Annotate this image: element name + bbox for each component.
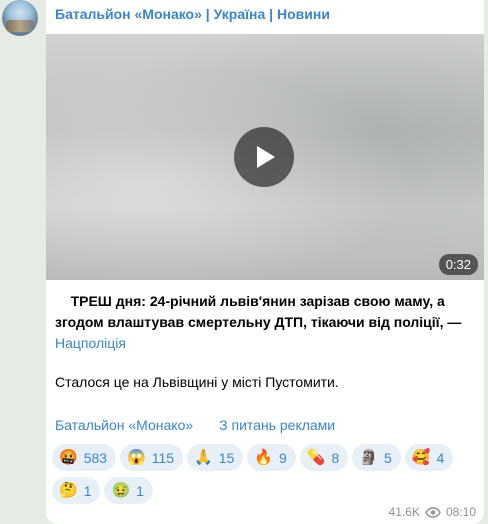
reaction-count: 5	[383, 449, 392, 466]
reaction-count: 583	[83, 449, 108, 466]
post-headline-bold: ТРЕШ дня	[70, 293, 142, 309]
reaction-chip[interactable]: 🤔 1	[52, 477, 101, 504]
reaction-emoji: 🙏	[194, 449, 213, 466]
eye-icon	[425, 506, 441, 518]
reaction-chip[interactable]: 🤬 583	[52, 444, 117, 471]
reactions-bar: 🤬 583 😱 115 🙏 15 🔥 9 💊 8 🗿 5 🥰 4 🤔 1 🤢 1	[52, 444, 472, 504]
channel-title[interactable]: Батальйон «Монако» | Україна | Новини	[55, 6, 330, 22]
view-count: 41.6K	[388, 505, 420, 519]
reaction-chip[interactable]: 💊 8	[299, 444, 349, 471]
channel-link[interactable]: Батальйон «Монако»	[55, 417, 193, 433]
reaction-chip[interactable]: 😱 115	[120, 444, 184, 471]
message-time: 08:10	[445, 505, 476, 519]
play-icon	[257, 146, 275, 168]
reaction-emoji: 😱	[127, 449, 146, 466]
video-preview[interactable]: 0:32	[46, 34, 484, 280]
reaction-count: 115	[151, 449, 175, 466]
reaction-chip[interactable]: 🔥 9	[247, 444, 296, 471]
reaction-chip[interactable]: 🥰 4	[404, 444, 454, 471]
source-link[interactable]: Нацполіція	[55, 335, 126, 351]
channel-avatar[interactable]	[2, 0, 38, 36]
ads-link[interactable]: З питань реклами	[219, 417, 335, 433]
message-bubble: Батальйон «Монако» | Україна | Новини 0:…	[46, 0, 484, 524]
reaction-emoji: 🤔	[59, 482, 78, 499]
reaction-chip[interactable]: 🙏 15	[187, 444, 244, 471]
video-duration: 0:32	[438, 254, 478, 275]
play-button[interactable]	[234, 127, 294, 187]
reaction-count: 1	[136, 482, 144, 499]
reaction-emoji: 🥰	[411, 449, 431, 466]
reaction-count: 8	[331, 449, 340, 466]
reaction-chip[interactable]: 🤢 1	[104, 477, 153, 504]
reaction-count: 1	[83, 482, 92, 499]
reaction-count: 15	[218, 449, 235, 466]
reaction-count: 4	[436, 449, 445, 466]
reaction-chip[interactable]: 🗿 5	[352, 444, 401, 471]
footer-links: Батальйон «Монако» З питань реклами	[55, 417, 335, 433]
reaction-emoji: 🤢	[111, 482, 131, 499]
post-text: ТРЕШ дня: 24-річний львів'янин зарізав с…	[55, 291, 475, 354]
reaction-emoji: 💊	[306, 449, 326, 466]
reaction-emoji: 🔥	[254, 449, 274, 466]
message-meta: 41.6K 08:10	[389, 505, 476, 519]
post-paragraph: Сталося це на Львівщині у місті Пустомит…	[55, 374, 339, 390]
reaction-emoji: 🤬	[59, 449, 78, 466]
reaction-count: 9	[279, 449, 287, 466]
reaction-emoji: 🗿	[359, 449, 378, 466]
